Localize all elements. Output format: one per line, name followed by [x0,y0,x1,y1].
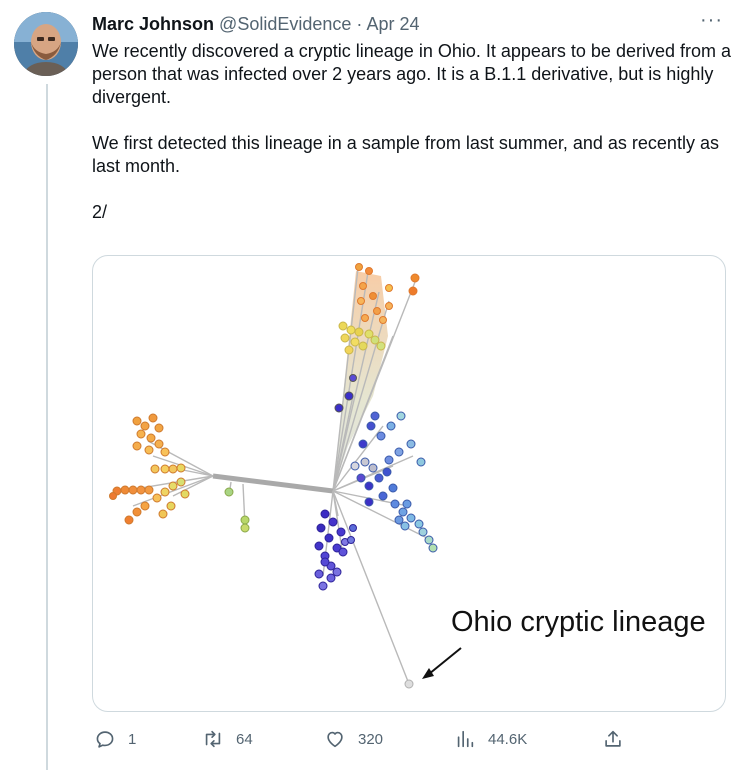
like-icon [327,731,343,748]
share-button[interactable] [602,728,624,750]
tweet-text: We recently discovered a cryptic lineage… [92,40,732,224]
tweet-paragraph-3: 2/ [92,202,108,222]
like-button[interactable]: 320 [324,728,383,750]
author-handle[interactable]: @SolidEvidence [219,14,351,34]
tweet-date[interactable]: Apr 24 [366,14,419,34]
views-icon [457,730,474,748]
tweet-header: Marc Johnson @SolidEvidence · Apr 24 ··· [92,9,723,37]
thread-line [46,84,48,770]
share-icon [605,730,621,747]
retweet-button[interactable]: 64 [202,728,253,750]
reply-button[interactable]: 1 [94,728,136,750]
reply-count: 1 [128,730,137,748]
tweet-paragraph-2: We first detected this lineage in a samp… [92,133,719,176]
avatar-image [14,12,78,76]
media-annotation: Ohio cryptic lineage [451,606,706,638]
retweet-count: 64 [236,730,253,748]
views-button[interactable]: 44.6K [454,728,527,750]
author-name[interactable]: Marc Johnson [92,14,214,34]
phylogenetic-tree-image [109,263,462,689]
tweet-actions: 1 64 320 44.6K [92,728,732,754]
separator-dot: · [356,14,363,34]
more-icon[interactable]: ··· [700,9,723,31]
tweet-paragraph-1: We recently discovered a cryptic lineage… [92,41,731,107]
reply-icon [96,731,114,748]
tweet-media-image[interactable]: Ohio cryptic lineage [92,255,726,712]
retweet-icon [205,730,221,748]
avatar[interactable] [14,12,78,76]
views-count: 44.6K [488,730,528,748]
like-count: 320 [358,730,384,748]
